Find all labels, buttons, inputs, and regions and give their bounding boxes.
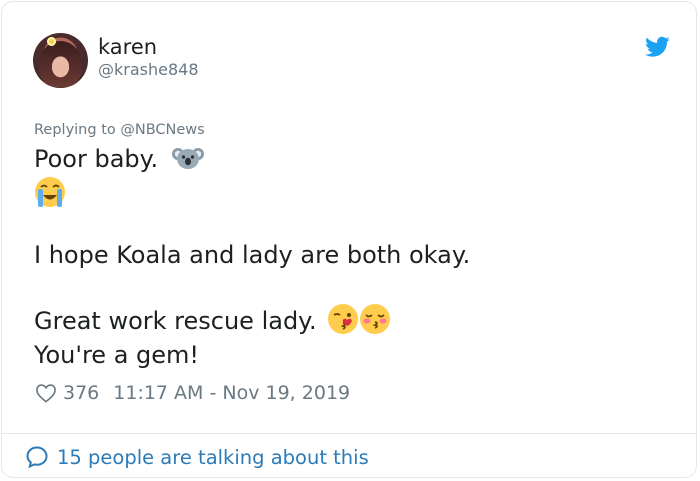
display-name[interactable]: karen	[98, 35, 157, 59]
tweet-meta: 376 11:17 AM - Nov 19, 2019	[35, 382, 350, 404]
tweet-line-3: I hope Koala and lady are both okay.	[34, 241, 471, 269]
heart-outline-icon[interactable]	[35, 383, 57, 403]
user-handle[interactable]: @krashe848	[98, 60, 199, 79]
tweet-line-1: Poor baby.	[34, 145, 674, 173]
twitter-bird-icon[interactable]	[645, 36, 670, 58]
replying-to: Replying to @NBCNews	[34, 122, 205, 138]
talking-about-text[interactable]: 15 people are talking about this	[57, 446, 369, 469]
avatar[interactable]	[33, 33, 88, 88]
tweet-card: karen @krashe848 Replying to @NBCNews Po…	[1, 1, 697, 478]
kissing-face-closed-eyes-emoji	[360, 304, 391, 334]
loudly-crying-face-emoji	[35, 177, 65, 207]
tweet-line-4: Great work rescue lady.	[34, 304, 674, 335]
timestamp-link[interactable]: 11:17 AM - Nov 19, 2019	[113, 382, 350, 404]
face-blowing-kiss-emoji	[328, 304, 359, 334]
like-count[interactable]: 376	[63, 382, 99, 404]
speech-bubble-icon	[26, 446, 48, 469]
tweet-line-5: You're a gem!	[34, 341, 200, 369]
tweet-text-1: Poor baby.	[34, 145, 159, 173]
reply-mention-link[interactable]: @NBCNews	[120, 122, 204, 138]
koala-emoji	[171, 148, 204, 169]
divider	[2, 433, 696, 434]
conversation-link[interactable]: 15 people are talking about this	[25, 445, 369, 469]
tweet-text-4: Great work rescue lady.	[34, 307, 317, 335]
reply-prefix: Replying to	[34, 122, 121, 138]
